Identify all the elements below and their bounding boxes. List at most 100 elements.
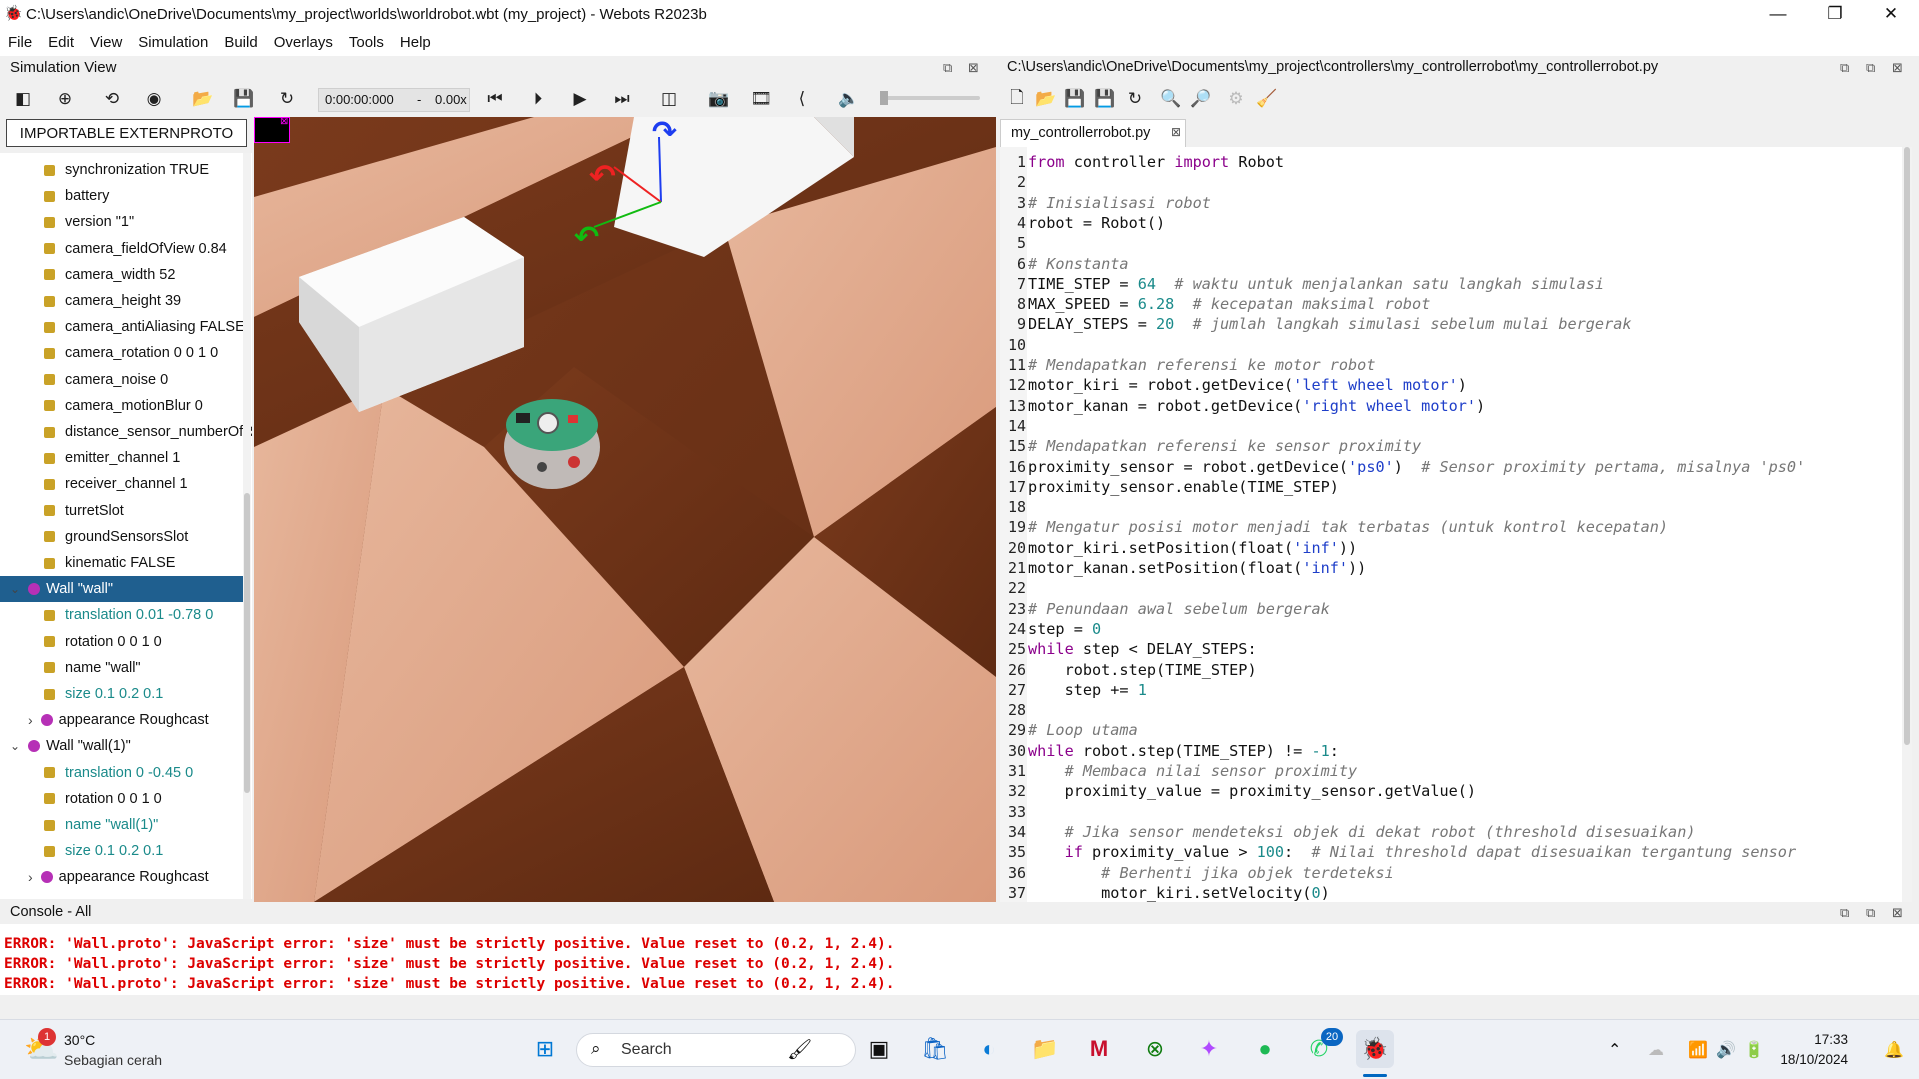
expand-chevron-icon[interactable]: ⌄ [10, 739, 20, 753]
open-world-icon[interactable]: 📂 [192, 88, 214, 110]
search-box[interactable]: ⌕ Search 🖌 [576, 1033, 856, 1067]
expand-chevron-icon[interactable]: ⌄ [10, 582, 20, 596]
start-button-icon[interactable]: ⊞ [526, 1030, 564, 1068]
camera-overlay[interactable]: ⊠ [254, 117, 290, 143]
code-line[interactable]: # Berhenti jika objek terdeteksi [1028, 864, 1394, 882]
tree-row[interactable]: camera_antiAliasing FALSE [0, 314, 245, 340]
reset-simulation-icon[interactable]: ↻ [276, 88, 298, 110]
code-line[interactable]: # Penundaan awal sebelum bergerak [1028, 600, 1330, 618]
code-line[interactable]: step = 0 [1028, 620, 1101, 638]
tree-row[interactable]: camera_width 52 [0, 262, 175, 288]
tree-row[interactable]: groundSensorsSlot [0, 524, 188, 550]
wifi-icon[interactable]: 📶 [1688, 1040, 1708, 1060]
file-explorer-icon[interactable]: 📁 [1026, 1030, 1064, 1068]
notification-icon[interactable]: 🔔 [1884, 1040, 1904, 1060]
code-line[interactable]: motor_kiri.setPosition(float('inf')) [1028, 539, 1357, 557]
step-back-icon[interactable]: ⏮ [484, 88, 506, 110]
menu-view[interactable]: View [82, 34, 130, 51]
menu-tools[interactable]: Tools [341, 34, 392, 51]
tree-row[interactable]: rotation 0 0 1 0 [0, 786, 162, 812]
console-float-icon[interactable]: ⧉ [1840, 905, 1849, 921]
code-line[interactable]: # Jika sensor mendeteksi objek di dekat … [1028, 823, 1696, 841]
editor-close-icon[interactable]: ⊠ [1892, 60, 1903, 76]
tree-row[interactable]: camera_rotation 0 0 1 0 [0, 340, 218, 366]
tree-row[interactable]: camera_fieldOfView 0.84 [0, 236, 227, 262]
microsoft-store-icon[interactable]: 🛍 [916, 1030, 954, 1068]
tree-row[interactable]: name "wall" [0, 655, 141, 681]
clean-icon[interactable]: 🧹 [1256, 88, 1278, 110]
edge-icon[interactable]: ◐ [970, 1030, 1008, 1068]
weather-desc[interactable]: Sebagian cerah [64, 1052, 162, 1068]
code-line[interactable]: motor_kanan = robot.getDevice('right whe… [1028, 397, 1485, 415]
volume-slider-handle[interactable] [880, 91, 888, 105]
tab-close-icon[interactable]: ⊠ [1171, 125, 1181, 139]
find-icon[interactable]: 🔍 [1160, 88, 1182, 110]
code-line[interactable]: MAX_SPEED = 6.28 # kecepatan maksimal ro… [1028, 295, 1430, 313]
code-line[interactable]: proximity_sensor.enable(TIME_STEP) [1028, 478, 1339, 496]
code-line[interactable]: robot = Robot() [1028, 214, 1165, 232]
scene-tree-scrollbar-thumb[interactable] [244, 493, 250, 793]
menu-help[interactable]: Help [392, 34, 439, 51]
menu-build[interactable]: Build [216, 34, 265, 51]
close-panel-icon[interactable]: ⊠ [968, 60, 979, 76]
xbox-icon[interactable]: ⊗ [1136, 1030, 1174, 1068]
tree-row[interactable]: camera_noise 0 [0, 367, 168, 393]
sound-icon[interactable]: 🔈 [838, 88, 860, 110]
maximize-button[interactable]: ❐ [1807, 0, 1863, 28]
share-icon[interactable]: ⟨ [791, 88, 813, 110]
scene-tree-scrollbar[interactable] [243, 153, 251, 899]
code-line[interactable]: # Mendapatkan referensi ke motor robot [1028, 356, 1375, 374]
code-line[interactable]: # Mengatur posisi motor menjadi tak terb… [1028, 518, 1668, 536]
tree-row[interactable]: kinematic FALSE [0, 550, 175, 576]
menu-file[interactable]: File [0, 34, 40, 51]
importable-externproto-button[interactable]: IMPORTABLE EXTERNPROTO [6, 119, 247, 147]
revert-icon[interactable]: ↻ [1124, 88, 1146, 110]
record-movie-icon[interactable]: 🎞 [750, 88, 772, 110]
console-close-icon[interactable]: ⊠ [1892, 905, 1903, 921]
tree-row[interactable]: › appearance Roughcast [0, 707, 209, 733]
code-line[interactable]: motor_kanan.setPosition(float('inf')) [1028, 559, 1366, 577]
editor-float-icon[interactable]: ⧉ [1840, 60, 1849, 76]
fast-forward-icon[interactable]: ⏭ [611, 88, 633, 110]
tree-row[interactable]: size 0.1 0.2 0.1 [0, 681, 163, 707]
menu-edit[interactable]: Edit [40, 34, 82, 51]
scene-tree[interactable]: synchronization TRUE battery version "1" ca… [0, 153, 252, 899]
minimize-button[interactable]: — [1750, 0, 1806, 28]
screenshot-icon[interactable]: 📷 [708, 88, 730, 110]
battery-icon[interactable]: 🔋 [1744, 1040, 1764, 1060]
spotify-icon[interactable]: ● [1246, 1030, 1284, 1068]
tree-row[interactable]: › appearance Roughcast [0, 864, 209, 890]
tree-row[interactable]: battery [0, 183, 109, 209]
save-all-icon[interactable]: 💾 [1094, 88, 1116, 110]
chevron-up-icon[interactable]: ⌃ [1608, 1040, 1621, 1060]
code-line[interactable]: while robot.step(TIME_STEP) != -1: [1028, 742, 1339, 760]
task-view-icon[interactable]: ▣ [860, 1030, 898, 1068]
expand-chevron-icon[interactable]: › [28, 712, 33, 728]
code-line[interactable]: while step < DELAY_STEPS: [1028, 640, 1257, 658]
code-editor[interactable]: 1 from controller import Robot 2 3 # Inisial… [1000, 147, 1912, 902]
tree-row[interactable]: version "1" [0, 209, 134, 235]
tree-row[interactable]: translation 0 -0.45 0 [0, 760, 193, 786]
tree-row[interactable]: rotation 0 0 1 0 [0, 629, 162, 655]
expand-chevron-icon[interactable]: › [28, 869, 33, 885]
3d-viewport[interactable]: ↷ ↶ ↶ ⊠ [254, 117, 996, 902]
code-line[interactable]: step += 1 [1028, 681, 1147, 699]
tree-row[interactable]: translation 0.01 -0.78 0 [0, 602, 213, 628]
save-file-icon[interactable]: 💾 [1064, 88, 1086, 110]
view-icon[interactable]: ◉ [143, 88, 165, 110]
code-line[interactable]: proximity_value = proximity_sensor.getVa… [1028, 782, 1476, 800]
code-line[interactable]: # Konstanta [1028, 255, 1129, 273]
save-world-icon[interactable]: 💾 [233, 88, 255, 110]
code-line[interactable]: # Mendapatkan referensi ke sensor proxim… [1028, 437, 1421, 455]
console-maximize-icon[interactable]: ⧉ [1866, 905, 1875, 921]
menu-overlays[interactable]: Overlays [266, 34, 341, 51]
replace-icon[interactable]: 🔎 [1190, 88, 1212, 110]
clock-time[interactable]: 17:33 [1780, 1032, 1848, 1047]
code-line[interactable]: TIME_STEP = 64 # waktu untuk menjalankan… [1028, 275, 1604, 293]
code-line[interactable]: proximity_sensor = robot.getDevice('ps0'… [1028, 458, 1805, 476]
console-output[interactable]: ERROR: 'Wall.proto': JavaScript error: '… [0, 924, 1919, 995]
tree-row[interactable]: camera_motionBlur 0 [0, 393, 203, 419]
code-line[interactable]: from controller import Robot [1028, 153, 1284, 171]
scene-render[interactable]: ↷ ↶ ↶ [254, 117, 996, 902]
editor-maximize-icon[interactable]: ⧉ [1866, 60, 1875, 76]
